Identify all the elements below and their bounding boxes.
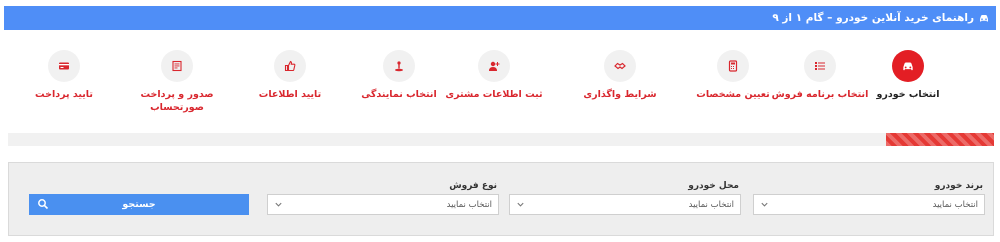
location-icon bbox=[383, 50, 415, 82]
sale-type-select-value: انتخاب نمایید bbox=[446, 199, 492, 210]
list-icon bbox=[804, 50, 836, 82]
search-label: جستجو bbox=[122, 199, 156, 210]
step-label: انتخاب نمایندگی bbox=[361, 89, 437, 100]
sale-type-label: نوع فروش bbox=[449, 181, 497, 191]
car-icon bbox=[978, 12, 990, 24]
sale-type-select[interactable]: انتخاب نمایید bbox=[267, 194, 499, 215]
calculator-icon bbox=[717, 50, 749, 82]
location-select[interactable]: انتخاب نمایید bbox=[509, 194, 741, 215]
step-dealership[interactable]: انتخاب نمایندگی bbox=[339, 50, 459, 101]
handshake-icon bbox=[604, 50, 636, 82]
thumbs-up-icon bbox=[274, 50, 306, 82]
step-label: تعیین مشخصات bbox=[696, 89, 770, 100]
step-invoice[interactable]: صدور و پرداخت صورتحساب bbox=[117, 50, 237, 114]
step-conditions[interactable]: شرایط واگذاری bbox=[560, 50, 680, 101]
chevron-down-icon bbox=[274, 200, 283, 209]
step-label: صدور و پرداخت صورتحساب bbox=[140, 89, 214, 113]
guide-title: راهنمای خرید آنلاین خودرو – گام ۱ از ۹ bbox=[772, 12, 974, 24]
location-filter: محل خودرو انتخاب نمایید bbox=[509, 181, 741, 215]
guide-header: راهنمای خرید آنلاین خودرو – گام ۱ از ۹ bbox=[4, 6, 996, 30]
brand-select-value: انتخاب نمایید bbox=[932, 199, 978, 210]
invoice-icon bbox=[161, 50, 193, 82]
brand-select[interactable]: انتخاب نمایید bbox=[753, 194, 985, 215]
progress-bar bbox=[8, 133, 994, 146]
credit-card-icon bbox=[48, 50, 80, 82]
progress-fill bbox=[885, 133, 994, 146]
car-icon bbox=[892, 50, 924, 82]
chevron-down-icon bbox=[516, 200, 525, 209]
step-label: تایید اطلاعات bbox=[258, 89, 322, 100]
step-confirm-payment[interactable]: تایید پرداخت bbox=[4, 50, 124, 101]
brand-label: برند خودرو bbox=[934, 181, 983, 191]
user-plus-icon bbox=[478, 50, 510, 82]
steps-bar: انتخاب خودرو انتخاب برنامه فروش تعیین مش… bbox=[0, 50, 1000, 120]
chevron-down-icon bbox=[760, 200, 769, 209]
step-label: شرایط واگذاری bbox=[583, 89, 657, 100]
sale-type-filter: نوع فروش انتخاب نمایید bbox=[267, 181, 499, 215]
search-button[interactable]: جستجو bbox=[29, 194, 249, 215]
brand-filter: برند خودرو انتخاب نمایید bbox=[753, 181, 985, 215]
location-select-value: انتخاب نمایید bbox=[688, 199, 734, 210]
step-label: تایید پرداخت bbox=[35, 89, 93, 100]
search-icon bbox=[37, 198, 49, 210]
location-label: محل خودرو bbox=[688, 181, 739, 191]
filter-panel: برند خودرو انتخاب نمایید محل خودرو انتخا… bbox=[8, 162, 994, 236]
step-specs[interactable]: تعیین مشخصات bbox=[673, 50, 793, 101]
step-confirm-info[interactable]: تایید اطلاعات bbox=[230, 50, 350, 101]
